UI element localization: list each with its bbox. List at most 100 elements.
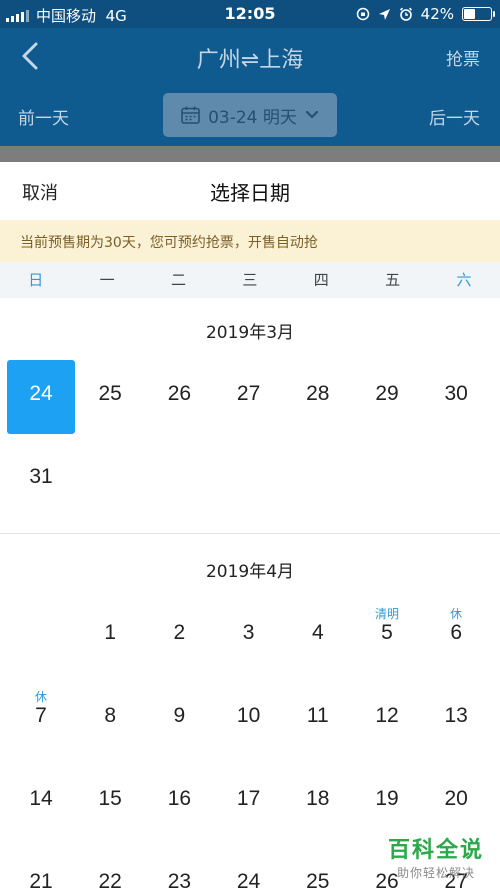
day-number: 15 — [98, 787, 122, 810]
day-cell[interactable]: 26 — [145, 360, 213, 434]
weekday-wed: 三 — [242, 271, 258, 289]
day-cell[interactable]: 2 — [145, 599, 213, 673]
weekday-header: 日 一 二 三 四 五 六 — [0, 262, 500, 298]
day-cell[interactable]: 13 — [422, 682, 490, 756]
day-cell[interactable]: 18 — [284, 765, 352, 839]
sheet-header: 取消 选择日期 — [0, 162, 500, 220]
date-nav-bar: 前一天 03-24 明天 后一天 — [0, 84, 500, 146]
sheet-title: 选择日期 — [210, 181, 290, 205]
day-number: 28 — [306, 382, 330, 405]
day-number: 27 — [236, 382, 261, 405]
day-number: 17 — [236, 787, 261, 810]
alarm-icon — [399, 7, 412, 21]
calendar-icon — [181, 106, 200, 124]
day-cell[interactable]: 16 — [145, 765, 213, 839]
battery-icon — [462, 7, 495, 21]
day-cell[interactable]: 31 — [7, 443, 75, 517]
day-cell[interactable]: 4 — [284, 599, 352, 673]
orientation-lock-icon — [356, 7, 369, 21]
route-title: 广州⇌上海 — [196, 48, 304, 73]
day-number: 25 — [306, 870, 330, 889]
prev-day-button[interactable]: 前一天 — [18, 104, 69, 129]
day-cell[interactable]: 清明 5 — [353, 599, 421, 673]
chevron-down-icon — [305, 110, 319, 119]
day-cell[interactable]: 10 — [215, 682, 283, 756]
day-cell[interactable]: 25 — [76, 360, 144, 434]
watermark: 百科全说 助你轻松解决 — [388, 832, 484, 881]
day-cell[interactable]: 20 — [422, 765, 490, 839]
day-number: 19 — [375, 787, 399, 810]
day-number: 6 — [450, 621, 463, 644]
day-cell[interactable]: 11 — [284, 682, 352, 756]
day-number: 7 — [35, 704, 47, 727]
day-number: 18 — [306, 787, 330, 810]
location-icon — [378, 8, 390, 20]
day-number: 26 — [167, 382, 192, 405]
weekday-mon: 一 — [99, 271, 115, 289]
day-number: 11 — [306, 704, 329, 727]
holiday-tag: 清明 — [374, 607, 399, 621]
weekday-tue: 二 — [170, 271, 186, 289]
status-bar: 中国移动 4G 12:05 42% — [0, 0, 500, 28]
day-cell[interactable]: 17 — [215, 765, 283, 839]
day-number: 21 — [29, 870, 53, 889]
status-icons: 42% — [356, 5, 495, 23]
day-cell[interactable]: 休6 — [422, 599, 490, 673]
weekday-thu: 四 — [313, 271, 329, 289]
day-cell[interactable]: 休7 — [7, 682, 75, 756]
day-cell[interactable]: 25 — [284, 848, 352, 889]
day-number: 20 — [444, 787, 468, 810]
day-number: 29 — [375, 382, 399, 405]
day-number: 24 — [236, 870, 261, 889]
day-number: 1 — [104, 621, 117, 644]
day-cell[interactable]: 19 — [353, 765, 421, 839]
watermark-slogan: 助你轻松解决 — [396, 866, 475, 880]
day-number: 14 — [29, 787, 53, 810]
day-cell[interactable]: 30 — [422, 360, 490, 434]
day-cell[interactable]: 1 — [76, 599, 144, 673]
day-cell[interactable]: 14 — [7, 765, 75, 839]
day-cell[interactable]: 28 — [284, 360, 352, 434]
day-number: 9 — [173, 704, 186, 727]
modal-overlay — [0, 146, 500, 162]
day-number: 13 — [444, 704, 468, 727]
day-cell[interactable]: 12 — [353, 682, 421, 756]
day-number: 23 — [167, 870, 192, 889]
day-cell[interactable]: 22 — [76, 848, 144, 889]
weekday-sun: 日 — [28, 271, 44, 289]
day-cell[interactable]: 8 — [76, 682, 144, 756]
day-cell[interactable]: 29 — [353, 360, 421, 434]
holiday-tag: 休 — [450, 607, 463, 621]
month-title-april: 2019年4月 — [205, 562, 295, 582]
day-number: 4 — [311, 621, 324, 644]
day-cell[interactable]: 3 — [215, 599, 283, 673]
day-cell[interactable]: 24 — [215, 848, 283, 889]
day-number: 10 — [236, 704, 261, 727]
day-number: 22 — [98, 870, 122, 889]
day-number: 25 — [98, 382, 122, 405]
month-divider — [0, 533, 500, 534]
day-cell[interactable]: 21 — [7, 848, 75, 889]
date-picker-sheet: 取消 选择日期 当前预售期为30天，您可预约抢票，开售自动抢 日 一 二 三 四… — [0, 162, 500, 889]
presale-notice: 当前预售期为30天，您可预约抢票，开售自动抢 — [0, 220, 500, 262]
day-number: 30 — [444, 382, 468, 405]
date-selector[interactable]: 03-24 明天 — [163, 93, 337, 137]
day-number: 3 — [242, 621, 255, 644]
next-day-button[interactable]: 后一天 — [429, 104, 480, 129]
day-number: 24 — [29, 382, 53, 405]
day-number: 5 — [381, 621, 393, 644]
day-cell[interactable]: 27 — [215, 360, 283, 434]
route-header: 广州⇌上海 抢票 — [0, 28, 500, 84]
day-cell[interactable]: 23 — [145, 848, 213, 889]
day-cell-selected[interactable]: 24 — [7, 360, 75, 434]
selected-date-label: 03-24 明天 — [208, 107, 297, 128]
day-cell[interactable]: 9 — [145, 682, 213, 756]
watermark-logo-text: 百科全说 — [387, 838, 484, 863]
weekday-fri: 五 — [385, 271, 401, 289]
grab-ticket-button[interactable]: 抢票 — [446, 45, 480, 70]
day-number: 16 — [167, 787, 192, 810]
holiday-tag: 休 — [34, 690, 47, 704]
day-number: 2 — [173, 621, 186, 644]
day-cell[interactable]: 15 — [76, 765, 144, 839]
weekday-sat: 六 — [456, 271, 472, 289]
